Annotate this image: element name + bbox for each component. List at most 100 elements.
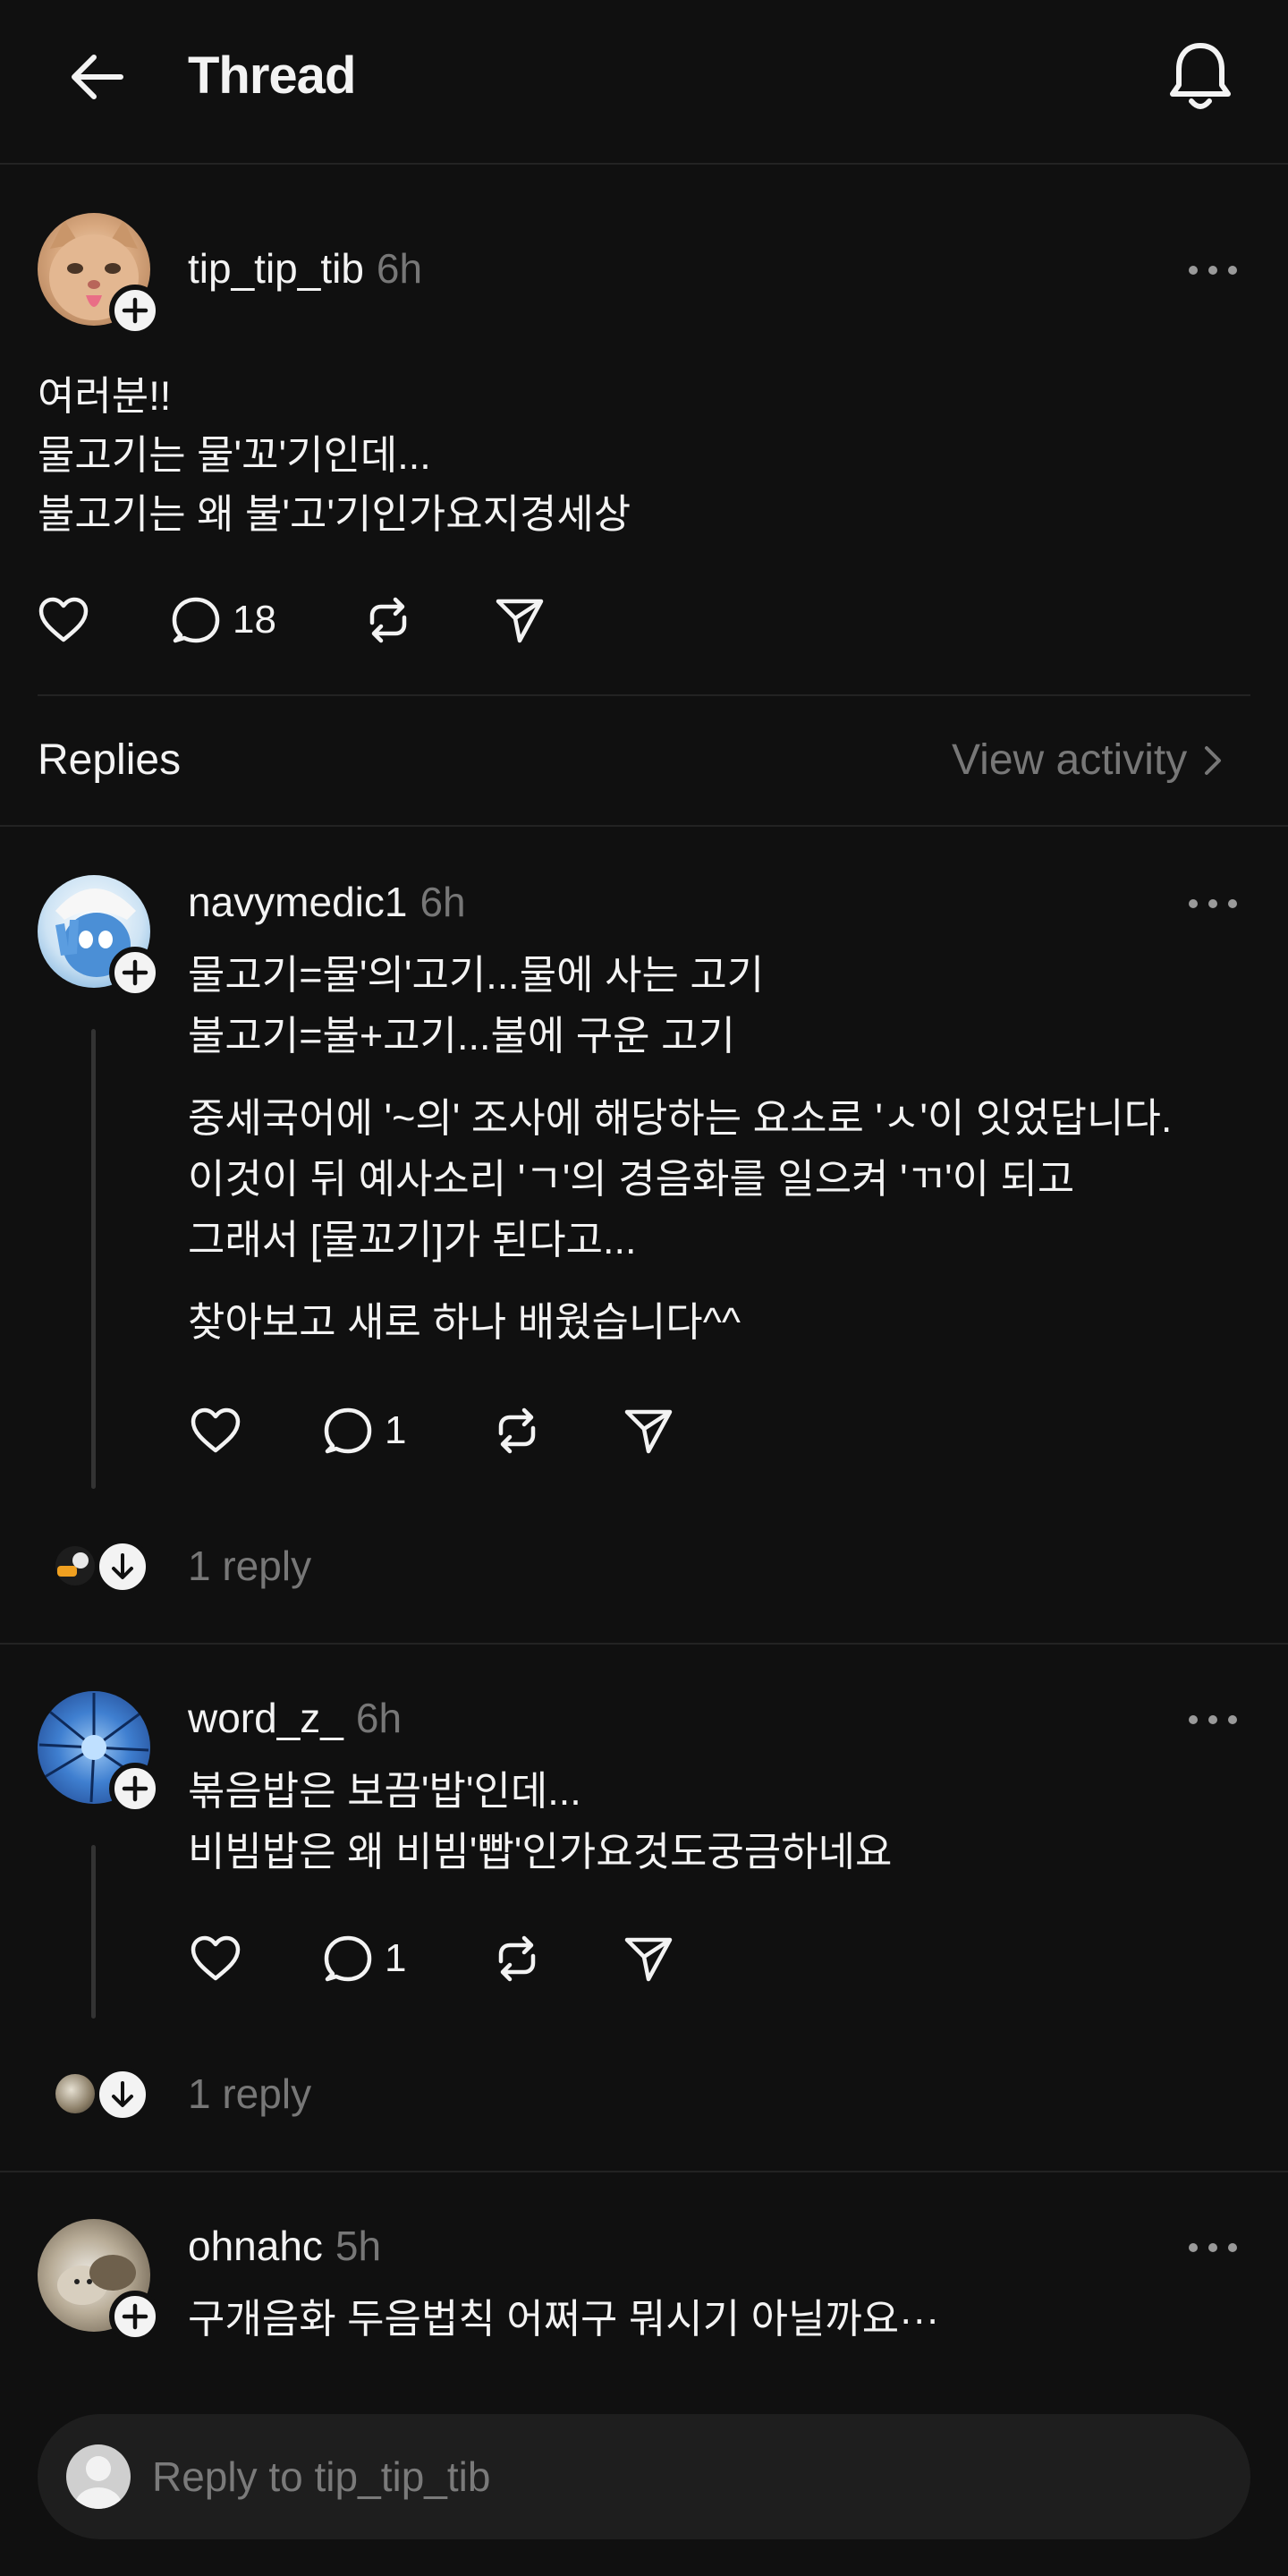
back-button[interactable]	[55, 41, 136, 113]
comment-button[interactable]: 18	[172, 589, 276, 651]
more-icon	[1189, 266, 1237, 275]
comment-icon	[324, 1935, 372, 1982]
avatar	[55, 2074, 95, 2113]
divider	[0, 1643, 1288, 1645]
repost-button[interactable]	[492, 1399, 542, 1462]
follow-button[interactable]	[109, 2291, 161, 2342]
more-icon	[1189, 899, 1237, 908]
reply-line: 불고기=불+고기...불에 구운 고기	[188, 1013, 735, 1058]
more-options-button[interactable]	[1177, 886, 1249, 922]
follow-button[interactable]	[109, 1763, 161, 1815]
comment-count: 18	[233, 598, 276, 642]
reply-line: 구개음화 두음법칙 어쩌구 뭐시기 아닐까요···	[188, 2296, 940, 2342]
page-title: Thread	[188, 47, 356, 105]
reply-author[interactable]: navymedic1 6h	[188, 877, 466, 927]
repost-button[interactable]	[363, 589, 413, 651]
share-button[interactable]	[624, 1399, 673, 1462]
follow-button[interactable]	[109, 285, 161, 336]
avatar	[66, 2444, 131, 2509]
avatar	[55, 1546, 95, 1586]
divider	[0, 825, 1288, 827]
comment-icon	[324, 1407, 372, 1454]
send-icon	[624, 1409, 673, 1454]
reply-line: 비빔밥은 왜 비빔'빱'인가요것도궁금하네요	[188, 1829, 893, 1875]
repost-icon	[498, 1407, 536, 1454]
reply-line: 중세국어에 '~의' 조사에 해당하는 요소로 'ㅅ'이 잇었답니다.	[188, 1095, 1173, 1141]
notifications-button[interactable]	[1163, 36, 1238, 118]
repost-button[interactable]	[492, 1927, 542, 1990]
reply-time: 5h	[335, 2223, 382, 2269]
bell-icon	[1170, 43, 1231, 109]
more-options-button[interactable]	[1177, 2230, 1249, 2266]
view-replies-link[interactable]: 1 reply	[188, 2067, 311, 2121]
like-button[interactable]	[190, 1927, 242, 1990]
more-options-button[interactable]	[1177, 1702, 1249, 1738]
reply-composer[interactable]	[38, 2414, 1250, 2539]
default-avatar-icon	[75, 2456, 122, 2509]
post-line: 물고기는 물'꼬'기인데...	[38, 432, 431, 478]
reply-time: 6h	[419, 879, 466, 925]
comment-button[interactable]: 1	[324, 1399, 406, 1462]
post-author[interactable]: tip_tip_tib 6h	[188, 243, 422, 293]
like-button[interactable]	[190, 1399, 242, 1462]
follow-button[interactable]	[109, 947, 161, 999]
share-button[interactable]	[496, 589, 544, 651]
reply-input[interactable]	[152, 2441, 1208, 2512]
send-icon	[496, 599, 544, 643]
chevron-right-icon	[1205, 746, 1222, 775]
view-activity-link[interactable]: View activity	[952, 732, 1228, 789]
reply-body: 구개음화 두음법칙 어쩌구 뭐시기 아닐까요···	[188, 2289, 939, 2350]
expand-replies-button[interactable]	[95, 1539, 150, 1594]
reply-actions: 1	[190, 1927, 726, 1990]
repost-icon	[498, 1935, 536, 1982]
plus-icon	[122, 297, 148, 324]
username[interactable]: word_z_	[188, 1695, 343, 1741]
reply-time: 6h	[355, 1695, 402, 1741]
comment-button[interactable]: 1	[324, 1927, 406, 1990]
reply-avatars[interactable]	[55, 1537, 150, 1594]
more-icon	[1189, 1715, 1237, 1724]
plus-icon	[122, 1775, 148, 1802]
post-body: 여러분!! 물고기는 물'꼬'기인데... 불고기는 왜 불'고'기인가요지경세…	[38, 367, 631, 544]
reply-author[interactable]: word_z_ 6h	[188, 1693, 402, 1743]
thread-line	[91, 1845, 96, 2019]
expand-replies-button[interactable]	[95, 2067, 150, 2122]
more-icon	[1189, 2243, 1237, 2252]
divider	[0, 2171, 1288, 2172]
arrow-down-icon	[112, 1553, 133, 1579]
heart-icon	[191, 1407, 241, 1453]
plus-icon	[122, 959, 148, 986]
post-actions: 18	[38, 589, 574, 651]
share-button[interactable]	[624, 1927, 673, 1990]
comment-count: 1	[385, 1936, 407, 1980]
comment-count: 1	[385, 1408, 407, 1452]
divider	[38, 694, 1250, 696]
view-replies-link[interactable]: 1 reply	[188, 1539, 311, 1593]
post-time: 6h	[376, 245, 423, 292]
view-activity-label: View activity	[952, 736, 1188, 784]
comment-icon	[172, 597, 220, 643]
send-icon	[624, 1937, 673, 1982]
username[interactable]: ohnahc	[188, 2223, 323, 2269]
repost-icon	[369, 597, 407, 643]
reply-actions: 1	[190, 1399, 726, 1462]
reply-body: 물고기=물'의'고기...물에 사는 고기 불고기=불+고기...불에 구운 고…	[188, 945, 1172, 1353]
post-line: 여러분!!	[38, 373, 172, 419]
reply-avatars[interactable]	[55, 2065, 150, 2122]
reply-line: 물고기=물'의'고기...물에 사는 고기	[188, 952, 765, 998]
username[interactable]: tip_tip_tib	[188, 245, 364, 292]
like-button[interactable]	[38, 589, 89, 651]
reply-line: 볶음밥은 보끔'밥'인데...	[188, 1768, 581, 1814]
reply-author[interactable]: ohnahc 5h	[188, 2221, 381, 2271]
plus-icon	[122, 2303, 148, 2330]
heart-icon	[38, 597, 89, 642]
username[interactable]: navymedic1	[188, 879, 407, 925]
more-options-button[interactable]	[1177, 252, 1249, 288]
thread-line	[91, 1029, 96, 1489]
reply-line: 찾아보고 새로 하나 배웠습니다^^	[188, 1299, 741, 1345]
replies-heading: Replies	[38, 736, 182, 784]
heart-icon	[191, 1935, 241, 1981]
post-line: 불고기는 왜 불'고'기인가요지경세상	[38, 491, 631, 537]
reply-line: 이것이 뒤 예사소리 'ㄱ'의 경음화를 일으켜 'ㄲ'이 되고	[188, 1156, 1075, 1202]
